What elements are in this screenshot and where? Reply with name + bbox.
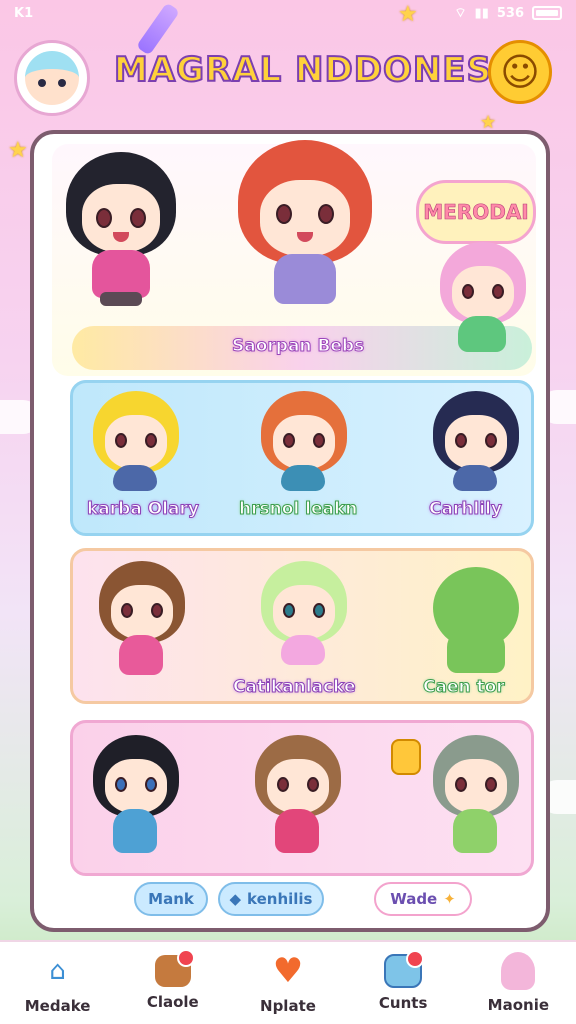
heart-icon: ♥ [272, 951, 304, 991]
tab-button[interactable]: ◆ kenhilis [218, 882, 324, 916]
nav-item-map[interactable]: Cunts [353, 950, 453, 1012]
star-icon: ★ [8, 138, 28, 163]
sparkle-icon: ✦ [443, 890, 456, 908]
nav-item-chest[interactable]: Claole [123, 949, 223, 1011]
character-orange[interactable] [261, 391, 371, 551]
nav-item-home[interactable]: ⌂ Medake [8, 951, 108, 1015]
character-label: karba Olary [87, 499, 200, 520]
mark-button[interactable]: Mank [134, 882, 208, 916]
character-label: Catikanlacke [233, 677, 357, 698]
wade-button-label: Wade [390, 890, 438, 908]
character-red-hair[interactable] [238, 140, 372, 320]
status-right: ⌔ ▮▮ 536 [454, 5, 562, 21]
character-label: Caen tor [423, 677, 506, 698]
nav-label: Claole [146, 993, 199, 1011]
character-row-1: karba Olary hrsnol leakn Carhlily [70, 380, 534, 536]
status-right-text: 536 [496, 5, 524, 21]
home-icon: ⌂ [49, 956, 66, 986]
wifi-icon: ⌔ [454, 6, 467, 21]
speech-bubble: MERODAI [416, 180, 536, 244]
battery-icon [532, 6, 562, 20]
character-black-hair[interactable] [66, 152, 176, 312]
character-row-2: Catikanlacke Caen tor [70, 548, 534, 704]
character-label: hrsnol leakn [238, 499, 358, 520]
header: MAGRAL NDDONESI! ☺ [14, 36, 562, 116]
nav-item-ghost[interactable]: Maonie [468, 952, 568, 1014]
nav-label: Medake [24, 997, 91, 1015]
nav-label: Maonie [487, 996, 550, 1014]
character-green-bear[interactable] [433, 567, 543, 727]
bottom-nav: ⌂ Medake Claole ♥ Nplate Cunts Maonie [0, 940, 576, 1024]
character-blonde[interactable] [93, 391, 203, 551]
star-icon: ★ [398, 2, 418, 27]
diamond-icon: ◆ [229, 890, 242, 908]
page-title: MAGRAL NDDONESI! [113, 49, 523, 91]
smiley-icon[interactable]: ☺ [488, 40, 552, 104]
hero-banner: MERODAI Saorpan Bebs [52, 140, 536, 376]
nav-item-heart[interactable]: ♥ Nplate [238, 951, 338, 1015]
avatar-icon[interactable] [14, 40, 90, 116]
chest-icon [154, 949, 195, 987]
main-card: MERODAI Saorpan Bebs karba Olary hrsnol … [30, 130, 550, 932]
character-pink-hair[interactable] [440, 242, 546, 402]
character-label: Carhlily [429, 499, 503, 520]
character-brown-bear-ears[interactable] [255, 735, 365, 895]
map-icon [384, 950, 425, 988]
character-row-3 [70, 720, 534, 876]
tab-button-label: kenhilis [247, 890, 313, 908]
character-navy[interactable] [433, 391, 543, 551]
honey-jar-icon [391, 739, 421, 775]
status-left-text: K1 [14, 5, 34, 21]
signal-icon: ▮▮ [474, 5, 489, 21]
character-black-cat[interactable] [93, 735, 203, 895]
character-grey[interactable] [433, 735, 543, 895]
character-lime[interactable] [261, 561, 371, 721]
nav-label: Cunts [378, 994, 428, 1012]
status-bar: K1 ⌔ ▮▮ 536 [0, 0, 576, 26]
nav-label: Nplate [260, 997, 316, 1015]
ghost-icon [501, 952, 536, 990]
wade-button[interactable]: Wade ✦ [374, 882, 472, 916]
character-brown[interactable] [99, 561, 209, 721]
hero-caption: Saorpan Bebs [231, 336, 365, 357]
